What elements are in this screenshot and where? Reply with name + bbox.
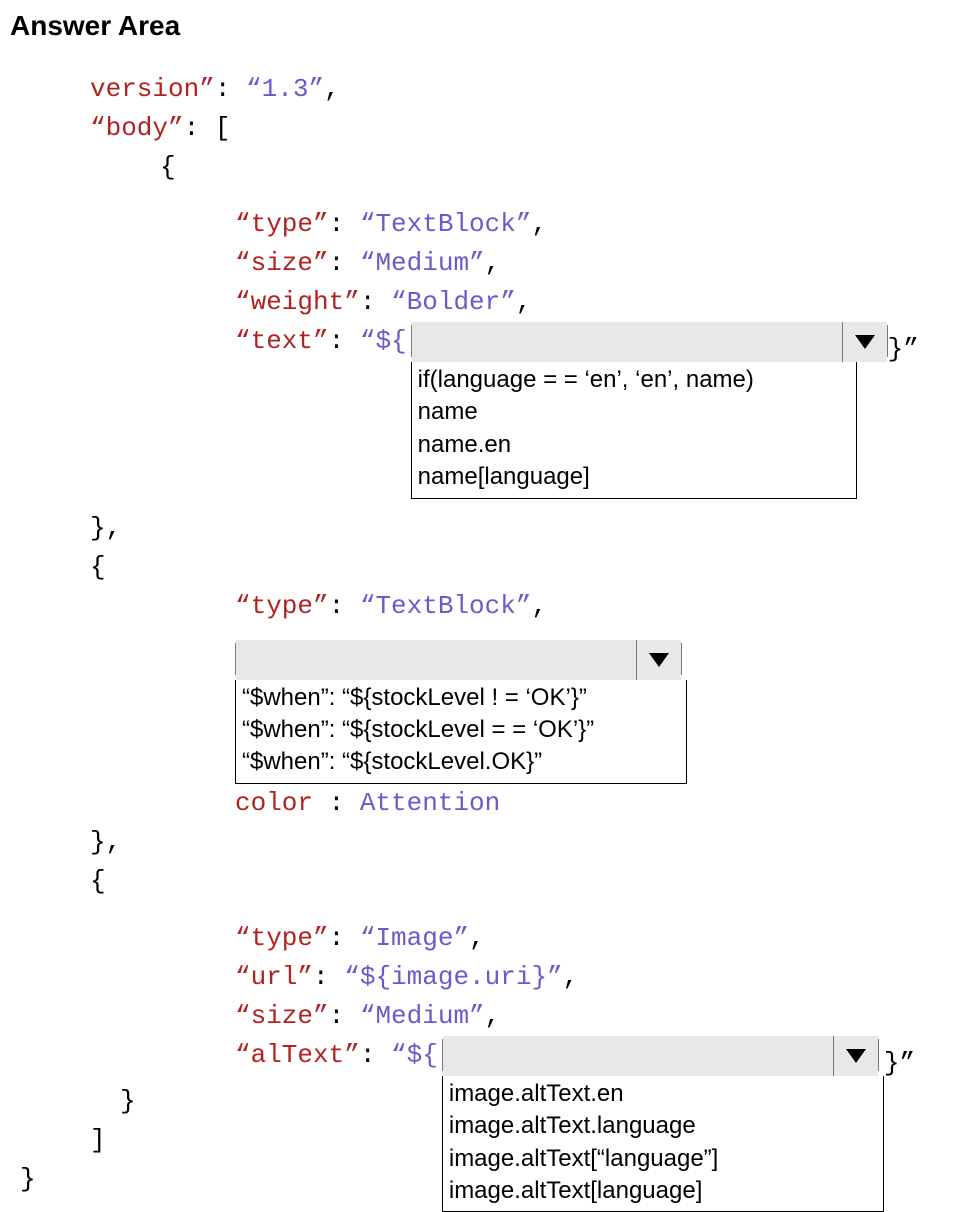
- json-key: “type”: [235, 923, 329, 953]
- json-string: “Medium”: [360, 1001, 485, 1031]
- dropdown-header[interactable]: [235, 643, 682, 675]
- dropdown-option[interactable]: image.altText[language]: [449, 1175, 877, 1207]
- code-line: “body”: [: [10, 109, 956, 148]
- dropdown-option[interactable]: if(language = = ‘en’, ‘en’, name): [418, 364, 850, 396]
- json-key: “body”: [90, 113, 184, 143]
- dropdown-toggle[interactable]: [834, 1036, 878, 1076]
- dropdown-option[interactable]: “$when”: “${stockLevel = = ‘OK’}”: [242, 714, 680, 746]
- code-line: {: [10, 862, 956, 901]
- chevron-down-icon: [854, 327, 876, 357]
- json-string: “${: [360, 326, 407, 356]
- json-key: “alText”: [235, 1040, 360, 1070]
- code-line: “type”: “TextBlock”,: [10, 205, 956, 244]
- dropdown-alttext-expression[interactable]: image.altText.en image.altText.language …: [442, 1036, 884, 1212]
- chevron-down-icon: [648, 645, 670, 675]
- json-key: “size”: [235, 248, 329, 278]
- code-line: “size”: “Medium”,: [10, 244, 956, 283]
- dropdown-field[interactable]: [443, 1036, 834, 1076]
- code-line: “type”: “Image”,: [10, 919, 956, 958]
- json-key: “type”: [235, 209, 329, 239]
- dropdown-options[interactable]: “$when”: “${stockLevel ! = ‘OK’}” “$when…: [235, 680, 687, 784]
- json-string: “TextBlock”: [360, 591, 532, 621]
- code-line: version”: “1.3”,: [10, 70, 956, 109]
- dropdown-option[interactable]: image.altText[“language”]: [449, 1143, 877, 1175]
- code-line: },: [10, 509, 956, 548]
- page-title: Answer Area: [10, 10, 956, 42]
- dropdown-field[interactable]: [412, 322, 843, 362]
- json-string: “${: [391, 1040, 438, 1070]
- json-string: “Medium”: [360, 248, 485, 278]
- json-key: “text”: [235, 326, 329, 356]
- dropdown-option[interactable]: “$when”: “${stockLevel ! = ‘OK’}”: [242, 682, 680, 714]
- chevron-down-icon: [845, 1041, 867, 1071]
- dropdown-option[interactable]: name: [418, 396, 850, 428]
- code-line: “$when”: “${stockLevel ! = ‘OK’}” “$when…: [10, 640, 956, 784]
- dropdown-option[interactable]: name.en: [418, 429, 850, 461]
- dropdown-option[interactable]: image.altText.en: [449, 1078, 877, 1110]
- json-key: “url”: [235, 962, 313, 992]
- code-line: {: [10, 548, 956, 587]
- code-line: “url”: “${image.uri}”,: [10, 958, 956, 997]
- code-line: },: [10, 823, 956, 862]
- code-line: “size”: “Medium”,: [10, 997, 956, 1036]
- code-line: “weight”: “Bolder”,: [10, 283, 956, 322]
- json-key: “type”: [235, 591, 329, 621]
- dropdown-text-expression[interactable]: if(language = = ‘en’, ‘en’, name) name n…: [411, 322, 888, 499]
- json-key: “size”: [235, 1001, 329, 1031]
- json-string: “Bolder”: [391, 287, 516, 317]
- json-string-suffix: }”: [888, 322, 919, 369]
- dropdown-option[interactable]: “$when”: “${stockLevel.OK}”: [242, 746, 680, 778]
- dropdown-option[interactable]: image.altText.language: [449, 1110, 877, 1142]
- json-string: “${image.uri}”: [344, 962, 562, 992]
- dropdown-header[interactable]: [411, 325, 888, 357]
- json-string: “1.3”: [246, 74, 324, 104]
- dropdown-toggle[interactable]: [843, 322, 887, 362]
- dropdown-options[interactable]: image.altText.en image.altText.language …: [442, 1076, 884, 1212]
- dropdown-option[interactable]: name[language]: [418, 461, 850, 493]
- code-line: color : Attention: [10, 784, 956, 823]
- json-string-suffix: }”: [884, 1036, 915, 1083]
- dropdown-field[interactable]: [236, 640, 637, 680]
- dropdown-options[interactable]: if(language = = ‘en’, ‘en’, name) name n…: [411, 362, 857, 499]
- json-string: “Image”: [360, 923, 469, 953]
- code-line: {: [10, 148, 956, 187]
- dropdown-toggle[interactable]: [637, 640, 681, 680]
- json-key: version”: [90, 74, 215, 104]
- code-block: version”: “1.3”, “body”: [ { “type”: “Te…: [10, 70, 956, 1199]
- json-string: “TextBlock”: [360, 209, 532, 239]
- json-key: “weight”: [235, 287, 360, 317]
- json-key: color: [235, 788, 313, 818]
- json-value: Attention: [360, 788, 500, 818]
- code-line: “type”: “TextBlock”,: [10, 587, 956, 626]
- dropdown-header[interactable]: [442, 1039, 879, 1071]
- dropdown-when-condition[interactable]: “$when”: “${stockLevel ! = ‘OK’}” “$when…: [235, 640, 687, 784]
- code-line: “text”: “${ if(language = = ‘en’, ‘en’, …: [10, 322, 956, 499]
